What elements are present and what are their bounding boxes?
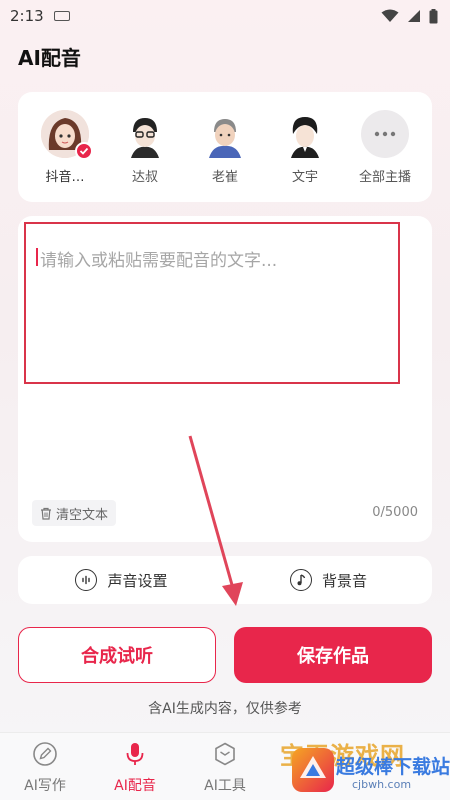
background-music-button[interactable]: 背景音: [225, 556, 432, 604]
synthesize-preview-button[interactable]: 合成试听: [18, 627, 216, 683]
microphone-icon: [126, 743, 144, 765]
watermark-subtitle: 超级棒下载站: [336, 756, 450, 778]
background-music-label: 背景音: [321, 571, 367, 590]
tab-label: AI工具: [204, 778, 246, 794]
audio-settings-bar: 声音设置 背景音: [18, 556, 432, 604]
avatar: [41, 110, 93, 160]
battery-icon: [429, 8, 438, 23]
voice-settings-button[interactable]: 声音设置: [18, 556, 225, 604]
voice-item-laocui[interactable]: 老崔: [190, 110, 260, 185]
character-counter: 0/5000: [372, 505, 418, 520]
keyboard-icon: [53, 11, 70, 21]
page-title: AI配音: [18, 46, 81, 70]
tab-ai-tools[interactable]: AI工具: [180, 741, 270, 795]
clear-text-label: 清空文本: [56, 507, 109, 523]
text-editor-card: 请输入或粘贴需要配音的文字... 清空文本 0/5000: [18, 216, 432, 542]
avatar: [121, 110, 169, 158]
text-caret: [36, 248, 38, 266]
status-bar: 2:13: [0, 0, 450, 32]
ai-disclaimer: 含AI生成内容，仅供参考: [148, 701, 302, 717]
voice-label: 老崔: [211, 170, 238, 185]
voice-wave-icon: [75, 569, 98, 591]
voice-item-douyin[interactable]: 抖音…: [30, 110, 100, 185]
pencil-circle-icon: [33, 742, 57, 766]
voice-item-wenyu[interactable]: 文宇: [270, 110, 340, 185]
tab-label: AI配音: [114, 778, 156, 794]
voice-label: 文宇: [291, 170, 318, 185]
more-icon: [361, 110, 409, 158]
wifi-icon: [381, 9, 399, 22]
voice-item-all-anchors[interactable]: 全部主播: [350, 110, 420, 185]
signal-icon: [408, 10, 420, 22]
voice-label: 达叔: [131, 170, 158, 185]
voice-selector: 抖音… 达叔 老崔 文宇 全部主播: [18, 92, 432, 202]
text-input[interactable]: 请输入或粘贴需要配音的文字...: [24, 222, 400, 384]
text-input-placeholder: 请输入或粘贴需要配音的文字...: [40, 251, 278, 271]
watermark-logo-icon: [292, 748, 334, 792]
voice-label: 抖音…: [45, 170, 85, 185]
save-work-button[interactable]: 保存作品: [234, 627, 432, 683]
music-note-icon: [289, 569, 312, 591]
watermark-url: cjbwh.com: [352, 778, 412, 791]
selected-check-icon: [75, 142, 93, 160]
voice-item-dashu[interactable]: 达叔: [110, 110, 180, 185]
trash-icon: [41, 507, 51, 520]
avatar-young-man-icon: [281, 110, 329, 158]
voice-settings-label: 声音设置: [107, 571, 168, 590]
clear-text-button[interactable]: 清空文本: [32, 500, 117, 526]
avatar-glasses-man-icon: [121, 110, 169, 158]
status-time: 2:13: [10, 7, 44, 25]
voice-label: 全部主播: [358, 170, 411, 185]
cube-icon: [215, 742, 235, 766]
avatar: [281, 110, 329, 158]
avatar: [201, 110, 249, 158]
avatar-old-man-icon: [201, 110, 249, 158]
tab-ai-writing[interactable]: AI写作: [0, 741, 90, 795]
tab-label: AI写作: [24, 778, 66, 794]
tab-ai-dubbing[interactable]: AI配音: [90, 741, 180, 795]
